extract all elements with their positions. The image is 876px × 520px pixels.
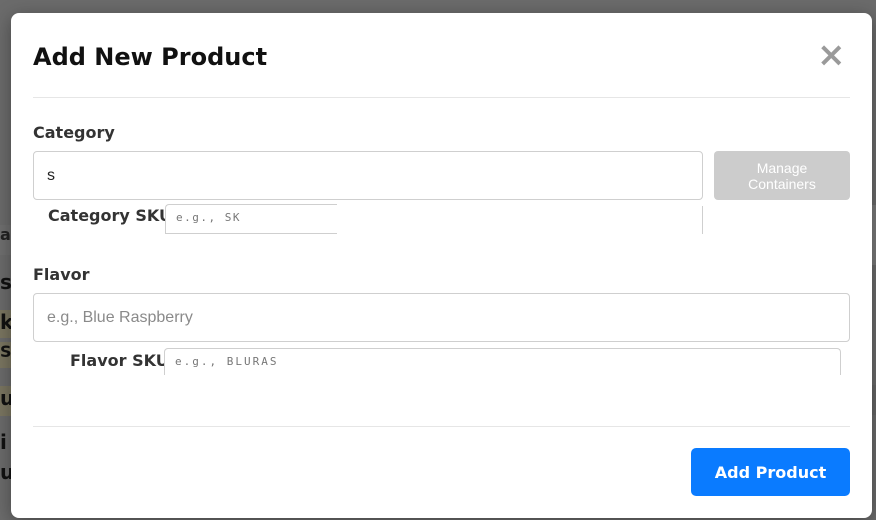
category-sku-border <box>165 233 337 234</box>
add-product-button[interactable]: Add Product <box>691 448 850 496</box>
category-sku-placeholder: e.g., SK <box>176 211 241 224</box>
flavor-sku-placeholder: e.g., BLURAS <box>175 355 279 368</box>
category-sku-input[interactable]: e.g., SK <box>165 204 337 234</box>
flavor-sku-input[interactable]: e.g., BLURAS <box>164 348 841 375</box>
close-icon[interactable]: × <box>817 38 846 72</box>
flavor-input[interactable]: e.g., Blue Raspberry <box>33 293 850 342</box>
flavor-sku-label: Flavor SKU <box>70 351 169 370</box>
manage-containers-button: Manage Containers <box>714 151 850 200</box>
category-sku-label: Category SKU <box>48 206 173 225</box>
add-product-dialog: Add New Product × Category s Manage Cont… <box>11 13 872 518</box>
category-sku-border <box>702 206 703 234</box>
category-label: Category <box>33 123 115 142</box>
footer-divider <box>33 426 850 427</box>
header-divider <box>33 97 850 98</box>
flavor-label: Flavor <box>33 265 90 284</box>
category-input-value: s <box>47 166 55 184</box>
dialog-title: Add New Product <box>33 43 268 71</box>
flavor-input-placeholder: e.g., Blue Raspberry <box>47 308 193 326</box>
category-input[interactable]: s <box>33 151 703 200</box>
